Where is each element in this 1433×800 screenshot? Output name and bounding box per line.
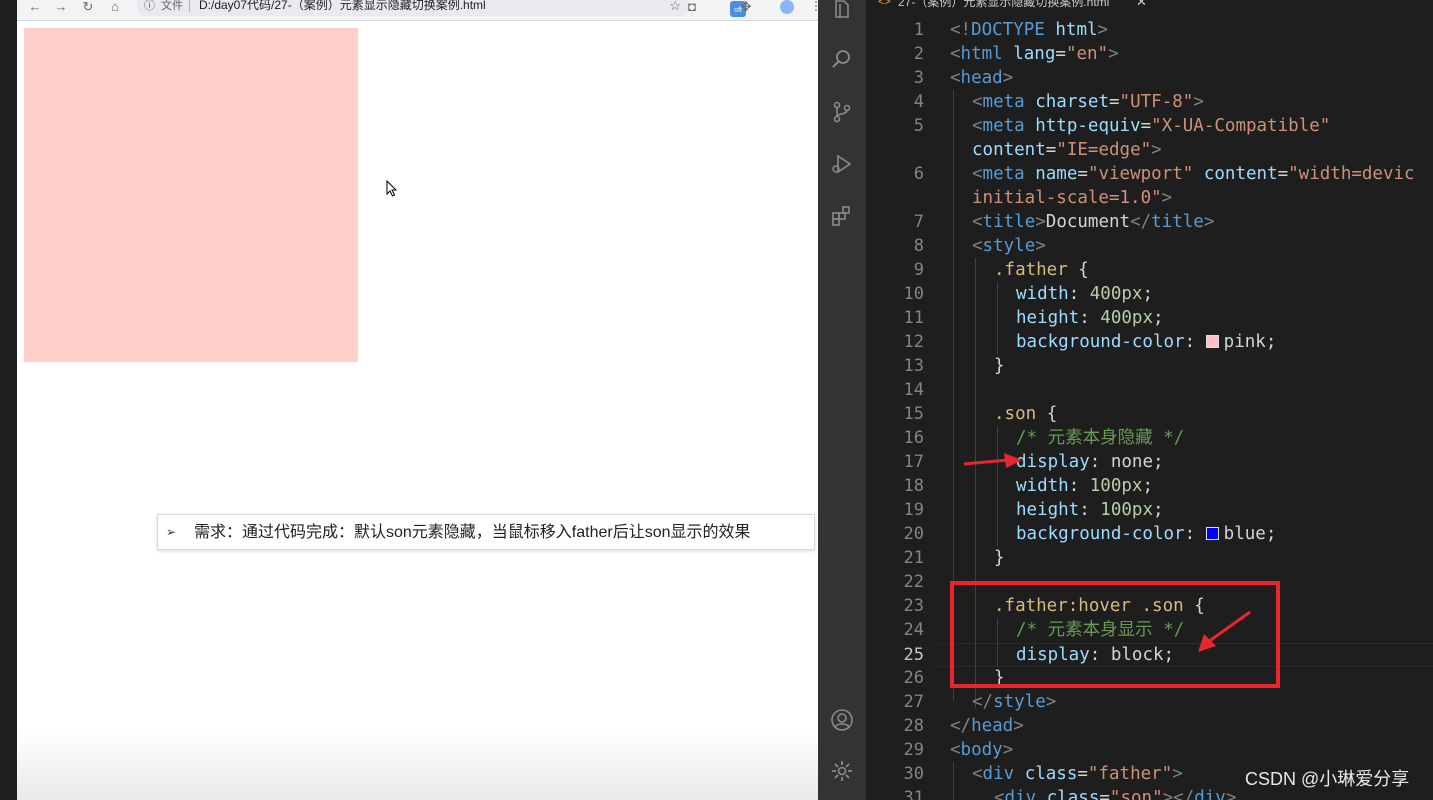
father-box[interactable] xyxy=(24,28,358,362)
line-number: 3 xyxy=(913,68,924,88)
account-icon[interactable] xyxy=(830,708,854,732)
code-line-11: height: 400px; xyxy=(1016,308,1164,328)
line-number: 1 xyxy=(913,20,924,40)
file-label: 文件 xyxy=(161,0,183,12)
left-edge-strip xyxy=(0,0,17,800)
code-line-29: <body> xyxy=(950,740,1014,760)
home-icon[interactable]: ⌂ xyxy=(107,0,123,14)
code-line-1: <!DOCTYPE html> xyxy=(950,20,1109,40)
color-swatch-blue[interactable] xyxy=(1205,527,1219,540)
line-number: 28 xyxy=(903,716,924,736)
code-line-17: display: none; xyxy=(1016,452,1164,472)
back-icon[interactable]: ← xyxy=(27,0,43,14)
code-line-19: height: 100px; xyxy=(1016,500,1164,520)
camera-icon[interactable]: ◘ xyxy=(684,0,700,14)
info-icon[interactable]: ⓘ xyxy=(144,0,155,12)
code-line-16: /* 元素本身隐藏 */ xyxy=(1016,428,1185,448)
line-number: 17 xyxy=(903,452,924,472)
code-line-20: background-color: blue; xyxy=(1016,524,1277,544)
code-line-21: } xyxy=(994,548,1005,568)
requirement-text: 需求：通过代码完成：默认son元素隐藏，当鼠标移入father后让son显示的效… xyxy=(194,524,751,541)
browser-window: ← → ↻ ⌂ ⓘ 文件 D:/day07代码/27-（案例）元素显示隐藏切换案… xyxy=(0,0,818,800)
star-icon[interactable]: ☆ xyxy=(669,0,681,12)
code-line-7: <title>Document</title> xyxy=(972,212,1215,232)
browser-toolbar: ← → ↻ ⌂ ⓘ 文件 D:/day07代码/27-（案例）元素显示隐藏切换案… xyxy=(17,0,818,21)
code-line-5-wrap: content="IE=edge"> xyxy=(972,140,1162,160)
code-line-3: <head> xyxy=(950,68,1014,88)
color-swatch-pink[interactable] xyxy=(1205,335,1219,348)
line-number: 13 xyxy=(903,356,924,376)
source-control-icon[interactable] xyxy=(830,100,854,124)
line-number: 10 xyxy=(903,284,924,304)
code-line-27: </style> xyxy=(972,692,1057,712)
indent-guide xyxy=(997,426,998,546)
line-number: 14 xyxy=(903,380,924,400)
indent-guide xyxy=(997,282,998,354)
profile-icon[interactable] xyxy=(780,0,794,14)
line-number: 12 xyxy=(903,332,924,352)
activity-bar xyxy=(818,0,866,800)
extensions-icon[interactable] xyxy=(830,204,854,228)
line-number: 16 xyxy=(903,428,924,448)
line-number: 24 xyxy=(903,620,924,640)
menu-icon[interactable]: ⋮ xyxy=(810,0,818,12)
mouse-cursor-icon xyxy=(386,180,398,197)
code-line-12: background-color: pink; xyxy=(1016,332,1277,352)
annotation-arrow-icon xyxy=(963,453,1022,468)
line-number: 11 xyxy=(903,308,924,328)
code-line-5: <meta http-equiv="X-UA-Compatible" xyxy=(972,116,1331,136)
line-number: 2 xyxy=(913,44,924,64)
line-number: 9 xyxy=(913,260,924,280)
code-line-4: <meta charset="UTF-8"> xyxy=(972,92,1204,112)
requirement-banner: ➢ 需求：通过代码完成：默认son元素隐藏，当鼠标移入father后让son显示… xyxy=(157,514,815,550)
code-line-30: <div class="father"> xyxy=(972,764,1183,784)
line-number-active: 25 xyxy=(903,645,924,665)
line-number: 8 xyxy=(913,236,924,256)
code-line-2: <html lang="en"> xyxy=(950,44,1119,64)
search-icon[interactable] xyxy=(830,47,854,71)
line-number: 4 xyxy=(913,92,924,112)
code-line-10: width: 400px; xyxy=(1016,284,1153,304)
line-number: 22 xyxy=(903,572,924,592)
line-number: 19 xyxy=(903,500,924,520)
code-line-18: width: 100px; xyxy=(1016,476,1153,496)
line-number: 18 xyxy=(903,476,924,496)
line-number: 26 xyxy=(903,668,924,688)
code-line-31: <div class="son"></div> xyxy=(994,788,1237,800)
chevron-right-icon: ➢ xyxy=(166,525,177,539)
forward-icon[interactable]: → xyxy=(53,0,69,14)
line-number: 30 xyxy=(903,764,924,784)
code-line-6-wrap: initial-scale=1.0"> xyxy=(972,188,1173,208)
line-number: 27 xyxy=(903,692,924,712)
bottom-fade xyxy=(17,730,818,800)
settings-gear-icon[interactable] xyxy=(830,759,854,783)
line-number: 23 xyxy=(903,596,924,616)
explorer-icon[interactable] xyxy=(830,0,854,22)
annotation-arrow-icon xyxy=(1198,610,1251,652)
code-line-15: .son { xyxy=(994,404,1058,424)
code-line-28: </head> xyxy=(950,716,1024,736)
code-line-13: } xyxy=(994,356,1005,376)
line-number: 29 xyxy=(903,740,924,760)
line-number: 7 xyxy=(913,212,924,232)
watermark-text: CSDN @小琳爱分享 xyxy=(1245,769,1410,789)
code-line-8: <style> xyxy=(972,236,1046,256)
line-number: 5 xyxy=(913,116,924,136)
puzzle-icon[interactable]: ✥ xyxy=(738,0,754,14)
indent-guide xyxy=(953,762,954,800)
reload-icon[interactable]: ↻ xyxy=(80,0,96,14)
line-number-gutter: 1 2 3 4 5 6 7 8 9 10 11 12 13 14 15 16 1… xyxy=(866,0,938,800)
line-number: 15 xyxy=(903,404,924,424)
line-number: 20 xyxy=(903,524,924,544)
line-number: 31 xyxy=(903,788,924,800)
address-separator xyxy=(189,0,190,12)
code-line-9: .father { xyxy=(994,260,1089,280)
run-debug-icon[interactable] xyxy=(830,152,854,176)
line-number: 6 xyxy=(913,164,924,184)
code-line-6: <meta name="viewport" content="width=dev… xyxy=(972,164,1415,184)
url-text[interactable]: D:/day07代码/27-（案例）元素显示隐藏切换案例.html xyxy=(199,0,486,12)
address-bar[interactable]: ⓘ 文件 D:/day07代码/27-（案例）元素显示隐藏切换案例.html ☆ xyxy=(137,0,689,16)
line-number: 21 xyxy=(903,548,924,568)
